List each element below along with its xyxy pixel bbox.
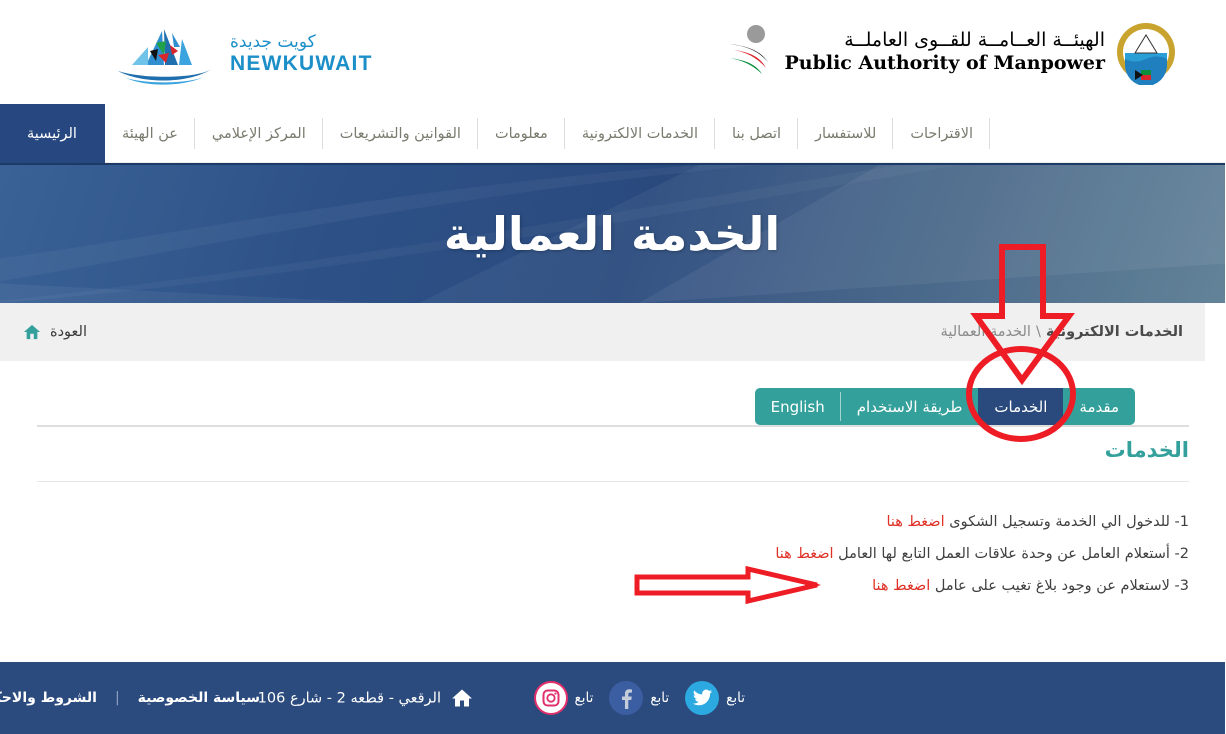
tab-label: طريقة الاستخدام	[857, 397, 964, 416]
tab-services[interactable]: الخدمات	[979, 388, 1065, 425]
privacy-policy-link[interactable]: سياسة الخصوصية	[139, 690, 261, 706]
nav-label: الاقتراحات	[911, 125, 975, 142]
footer-divider: |	[115, 690, 121, 706]
service-text: أستعلام العامل عن وحدة علاقات العمل التا…	[839, 546, 1171, 562]
address-text: الرقعي - قطعه 2 - شارع 106	[258, 690, 442, 706]
back-button[interactable]: العودة	[24, 324, 88, 340]
list-item: 1- للدخول الي الخدمة وتسجيل الشكوى اضغط …	[80, 506, 1190, 538]
social-label: تابع	[651, 690, 671, 706]
service-number: 1-	[1175, 514, 1190, 530]
main-navigation[interactable]: الرئيسية عن الهيئة المركز الإعلامي القوا…	[0, 104, 1226, 163]
terms-link[interactable]: الشروط والاحكام	[0, 690, 98, 706]
nav-item-laws[interactable]: القوانين والتشريعات	[324, 104, 480, 163]
breadcrumb-separator: \	[1037, 324, 1042, 340]
service-link[interactable]: اضغط هنا	[873, 578, 931, 594]
sailboat-icon	[119, 29, 213, 85]
instagram-icon	[534, 681, 569, 715]
list-item: 3- لاستعلام عن وجود بلاغ تغيب على عامل ا…	[80, 570, 1190, 602]
nav-item-media-center[interactable]: المركز الإعلامي	[196, 104, 324, 163]
breadcrumb: الخدمات الالكترونية \ الخدمة العمالية	[942, 324, 1184, 340]
kuwait-emblem-icon	[1118, 23, 1176, 85]
service-text: للدخول الي الخدمة وتسجيل الشكوى	[950, 514, 1171, 530]
breadcrumb-current[interactable]: الخدمات الالكترونية	[1047, 324, 1184, 340]
services-list: 1- للدخول الي الخدمة وتسجيل الشكوى اضغط …	[80, 506, 1190, 602]
service-number: 2-	[1175, 546, 1190, 562]
nav-item-contact[interactable]: اتصل بنا	[716, 104, 800, 163]
nav-label: عن الهيئة	[122, 125, 179, 142]
facebook-icon	[610, 681, 645, 715]
site-header: كويت جديدة NEWKUWAIT الهيئــة العــامــة…	[0, 0, 1226, 104]
footer-legal-links: سياسة الخصوصية | الشروط والاحكام	[0, 690, 261, 706]
tabs-divider	[38, 425, 1190, 427]
page-title: الخدمة العمالية	[444, 207, 782, 261]
manpower-arabic: الهيئــة العــامــة للقــوى العاملــة	[845, 29, 1106, 52]
twitter-icon	[686, 681, 721, 715]
new-kuwait-english: NEWKUWAIT	[231, 52, 374, 75]
nav-item-eservices[interactable]: الخدمات الالكترونية	[566, 104, 717, 163]
nav-item-home[interactable]: الرئيسية	[0, 104, 106, 163]
breadcrumb-parent[interactable]: الخدمة العمالية	[942, 324, 1032, 340]
section-title: الخدمات	[1105, 438, 1190, 462]
nav-label: القوانين والتشريعات	[340, 125, 462, 142]
manpower-figure-icon	[731, 25, 770, 74]
nav-label: الرئيسية	[28, 125, 78, 142]
manpower-logo[interactable]: الهيئــة العــامــة للقــوى العاملــة Pu…	[727, 14, 1178, 90]
footer-address: الرقعي - قطعه 2 - شارع 106	[259, 689, 474, 708]
service-tabs[interactable]: مقدمة الخدمات طريقة الاستخدام English	[755, 388, 1136, 425]
tab-english[interactable]: English	[755, 388, 842, 425]
service-number: 3-	[1175, 578, 1190, 594]
tab-introduction[interactable]: مقدمة	[1064, 388, 1136, 425]
home-icon	[453, 689, 473, 707]
nav-label: للاستفسار	[816, 125, 878, 142]
tab-label: مقدمة	[1080, 397, 1120, 416]
manpower-english: Public Authority of Manpower	[785, 52, 1106, 74]
social-facebook[interactable]: تابع	[610, 681, 670, 715]
nav-item-information[interactable]: معلومات	[479, 104, 566, 163]
list-item: 2- أستعلام العامل عن وحدة علاقات العمل ا…	[80, 538, 1190, 570]
service-link[interactable]: اضغط هنا	[887, 514, 945, 530]
service-link[interactable]: اضغط هنا	[776, 546, 834, 562]
social-label: تابع	[727, 690, 746, 706]
social-label: تابع	[575, 690, 595, 706]
nav-label: الخدمات الالكترونية	[582, 125, 699, 142]
hero-banner: الخدمة العمالية	[0, 163, 1226, 303]
tab-how-to-use[interactable]: طريقة الاستخدام	[841, 388, 980, 425]
new-kuwait-arabic: كويت جديدة	[231, 32, 317, 52]
nav-item-inquiry[interactable]: للاستفسار	[799, 104, 895, 163]
nav-label: المركز الإعلامي	[212, 125, 307, 142]
breadcrumb-bar: الخدمات الالكترونية \ الخدمة العمالية ال…	[0, 303, 1206, 361]
social-instagram[interactable]: تابع	[534, 681, 595, 715]
page-root: كويت جديدة NEWKUWAIT الهيئــة العــامــة…	[0, 0, 1226, 734]
tab-label: English	[771, 397, 826, 416]
nav-label: معلومات	[495, 125, 549, 142]
social-links: تابع تابع تابع	[534, 681, 746, 715]
main-content: مقدمة الخدمات طريقة الاستخدام English ال…	[0, 361, 1226, 662]
back-label: العودة	[51, 324, 88, 340]
nav-item-about[interactable]: عن الهيئة	[106, 104, 196, 163]
nav-item-suggestions[interactable]: الاقتراحات	[894, 104, 991, 163]
service-text: لاستعلام عن وجود بلاغ تغيب على عامل	[935, 578, 1171, 594]
new-kuwait-logo[interactable]: كويت جديدة NEWKUWAIT	[113, 18, 372, 90]
social-twitter[interactable]: تابع	[686, 681, 746, 715]
nav-label: اتصل بنا	[732, 125, 783, 142]
home-icon	[25, 324, 41, 340]
tab-label: الخدمات	[995, 397, 1049, 416]
site-footer: سياسة الخصوصية | الشروط والاحكام تابع تا…	[0, 662, 1226, 734]
section-divider	[38, 481, 1190, 482]
